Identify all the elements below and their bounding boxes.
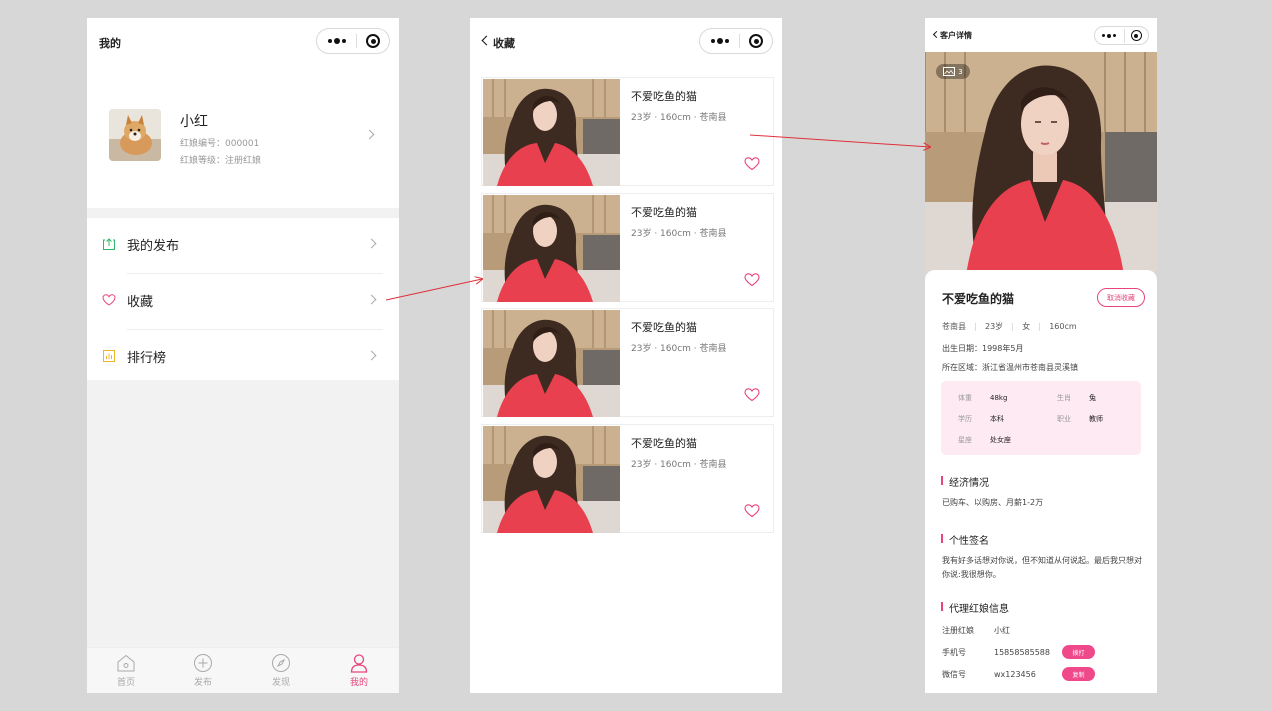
tab-label: 我的 (349, 678, 368, 688)
avatar[interactable] (109, 109, 161, 161)
upload-icon (103, 238, 115, 250)
section-signature-title: 个性签名 (941, 532, 989, 547)
economy-text: 已购车、以购房、月薪1-2万 (942, 498, 1044, 507)
tag-region: 苍南县 (942, 322, 966, 331)
profile-photo[interactable] (925, 52, 1157, 282)
attr-occupation: 职业 教师 (1057, 415, 1103, 423)
user-icon (350, 654, 368, 673)
tag-gender: 女 (1022, 322, 1031, 331)
menu-item-my-posts[interactable]: 我的发布 (87, 218, 399, 274)
user-name: 小红 (180, 114, 208, 130)
chevron-right-icon (366, 350, 377, 361)
card-photo[interactable] (483, 194, 620, 302)
home-icon (117, 654, 135, 672)
image-icon (943, 67, 956, 76)
back-icon[interactable] (932, 30, 941, 39)
unfavorite-button[interactable]: 取消收藏 (1097, 288, 1145, 307)
chevron-right-icon (366, 238, 377, 249)
page-title: 我的 (99, 37, 121, 50)
basic-tags: 苍南县 23岁 女 160cm (942, 321, 1077, 332)
favorites-screen: 收藏 不爱吃鱼的猫 23岁 · 160cm · 苍南县 不爱吃鱼的猫 23岁 · 1… (470, 18, 782, 693)
compass-icon (272, 654, 290, 672)
customer-name: 不爱吃鱼的猫 (942, 292, 1015, 306)
card-photo[interactable] (483, 425, 620, 533)
heart-icon[interactable] (744, 503, 760, 518)
page-title: 收藏 (493, 37, 515, 50)
menu-item-label: 收藏 (127, 295, 154, 310)
page-title: 客户详情 (940, 31, 972, 40)
region-line: 所在区域：浙江省温州市苍南县灵溪镇 (942, 363, 1078, 372)
card-meta: 23岁 · 160cm · 苍南县 (631, 459, 727, 470)
tab-discover[interactable]: 发现 (256, 653, 306, 688)
photo-count-badge[interactable]: 3 (936, 64, 970, 79)
detail-panel: 不爱吃鱼的猫 取消收藏 苍南县 23岁 女 160cm 出生日期：1998年5月… (925, 270, 1157, 693)
menu-item-label: 我的发布 (127, 239, 180, 254)
arrow-favorites-to-list (385, 279, 482, 301)
more-icon[interactable] (1095, 33, 1124, 38)
section-economy-title: 经济情况 (941, 474, 989, 489)
card-meta: 23岁 · 160cm · 苍南县 (631, 344, 727, 354)
agent-registered: 注册红娘 小红 (942, 626, 1010, 635)
menu-item-label: 排行榜 (127, 351, 167, 366)
close-target-icon[interactable] (1125, 30, 1148, 41)
more-icon[interactable] (317, 38, 356, 44)
attr-education: 学历 本科 (958, 415, 1004, 423)
customer-detail-screen: 客户详情 3 不爱吃鱼的猫 取消收藏 苍南县 23岁 女 160cm 出生日期：… (925, 18, 1157, 693)
matchmaker-id: 红娘编号：000001 (180, 139, 260, 149)
card-photo[interactable] (483, 310, 620, 417)
attr-zodiac: 生肖兔 (1057, 394, 1096, 402)
tag-height: 160cm (1049, 322, 1077, 331)
matchmaker-level: 红娘等级：注册红娘 (180, 156, 262, 166)
chart-icon (103, 350, 115, 362)
photo-count: 3 (958, 67, 963, 76)
card-photo[interactable] (483, 79, 620, 186)
agent-phone: 手机号 15858585588 (942, 648, 1050, 657)
mini-program-capsule[interactable] (316, 28, 390, 54)
menu-item-ranking[interactable]: 排行榜 (87, 330, 399, 386)
tab-home[interactable]: 首页 (101, 653, 151, 688)
more-icon[interactable] (700, 38, 739, 44)
my-profile-screen: 我的 小红 红娘编号：000001 红娘等级：注册红娘 我的发布 收藏 排行榜 … (87, 18, 399, 693)
mini-program-capsule[interactable] (1094, 26, 1149, 45)
card-name: 不爱吃鱼的猫 (631, 321, 697, 334)
tab-label: 发布 (193, 678, 212, 688)
favorite-card[interactable]: 不爱吃鱼的猫 23岁 · 160cm · 苍南县 (481, 77, 774, 186)
tab-bar: 首页 发布 发现 我的 (87, 647, 399, 693)
menu-item-favorites[interactable]: 收藏 (87, 274, 399, 330)
agent-wechat: 微信号 wx123456 (942, 670, 1036, 679)
mini-program-capsule[interactable] (699, 28, 773, 54)
call-button[interactable]: 拨打 (1062, 645, 1095, 659)
close-target-icon[interactable] (740, 34, 772, 48)
birth-date: 出生日期：1998年5月 (942, 344, 1024, 353)
card-name: 不爱吃鱼的猫 (631, 205, 697, 219)
heart-icon[interactable] (744, 387, 760, 402)
favorite-card[interactable]: 不爱吃鱼的猫 23岁 · 160cm · 苍南县 (481, 192, 774, 302)
tab-label: 发现 (271, 678, 290, 688)
attr-weight: 体重 48kg (958, 394, 1008, 402)
tab-label: 首页 (116, 678, 135, 688)
tab-publish[interactable]: 发布 (178, 653, 228, 688)
card-meta: 23岁 · 160cm · 苍南县 (631, 228, 727, 239)
signature-text: 我有好多话想对你说，但不知道从何说起。最后我只想对你说:我很想你。 (942, 556, 1142, 579)
tag-age: 23岁 (985, 322, 1004, 331)
card-name: 不爱吃鱼的猫 (631, 436, 697, 450)
plus-circle-icon (194, 654, 212, 672)
section-agent-title: 代理红娘信息 (941, 600, 1009, 615)
heart-icon[interactable] (744, 272, 760, 287)
favorite-card[interactable]: 不爱吃鱼的猫 23岁 · 160cm · 苍南县 (481, 308, 774, 417)
close-target-icon[interactable] (357, 34, 389, 48)
heart-icon (102, 294, 116, 306)
attributes-box: 体重 48kg 生肖兔 学历 本科 职业 教师 星座 处女座 (941, 381, 1141, 455)
back-icon[interactable] (481, 35, 492, 46)
chevron-right-icon (366, 294, 377, 305)
favorite-card[interactable]: 不爱吃鱼的猫 23岁 · 160cm · 苍南县 (481, 423, 774, 533)
copy-button[interactable]: 复制 (1062, 667, 1095, 681)
card-name: 不爱吃鱼的猫 (631, 90, 697, 103)
menu-list: 我的发布 收藏 排行榜 (87, 218, 399, 380)
tab-mine[interactable]: 我的 (334, 653, 384, 688)
card-meta: 23岁 · 160cm · 苍南县 (631, 113, 727, 123)
heart-icon[interactable] (744, 156, 760, 171)
attr-constellation: 星座 处女座 (958, 436, 1011, 444)
